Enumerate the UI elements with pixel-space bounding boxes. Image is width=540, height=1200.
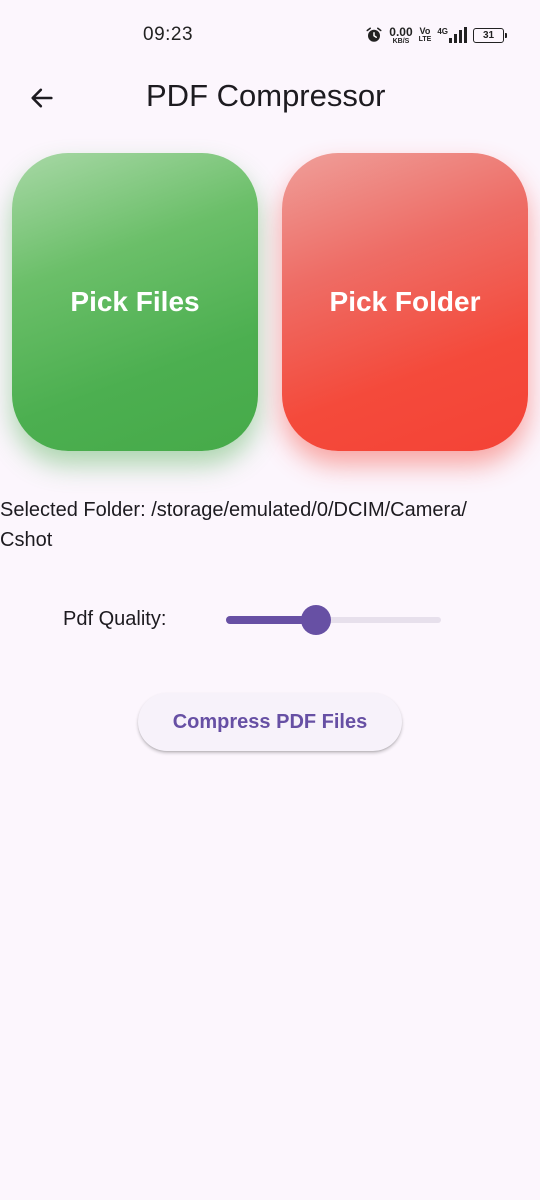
speed-value: 0.00 (389, 24, 413, 39)
selected-folder-path: Selected Folder: /storage/emulated/0/DCI… (0, 499, 467, 551)
pick-folder-label: Pick Folder (329, 286, 481, 317)
signal-icon (449, 27, 467, 43)
status-icons: 0.00 KB/S Vo LTE 4G 31 (365, 22, 507, 48)
pick-folder-button[interactable]: Pick Folder (282, 153, 528, 451)
quality-slider[interactable] (226, 604, 441, 636)
compress-pdf-button[interactable]: Compress PDF Files (138, 693, 402, 751)
cellular-indicator: 4G (437, 27, 467, 43)
back-button[interactable] (20, 76, 64, 120)
arrow-back-icon (31, 88, 53, 108)
quality-label: Pdf Quality: (63, 608, 167, 630)
battery-level: 31 (482, 29, 495, 41)
volte-top: Vo (419, 26, 431, 36)
slider-thumb[interactable] (301, 605, 331, 635)
app-bar: PDF Compressor (0, 70, 540, 126)
selected-folder-text: Selected Folder: /storage/emulated/0/DCI… (0, 495, 540, 555)
volte-bottom: LTE (418, 36, 432, 43)
compress-pdf-label: Compress PDF Files (172, 710, 368, 733)
status-bar: 09:23 0.00 KB/S Vo LTE 4G 31 (0, 0, 540, 70)
page-title: PDF Compressor (146, 78, 386, 113)
network-speed: 0.00 KB/S (389, 26, 412, 45)
speed-unit: KB/S (392, 37, 410, 45)
pick-files-label: Pick Files (70, 286, 200, 317)
status-time: 09:23 (143, 24, 194, 45)
volte-indicator: Vo LTE (418, 26, 432, 44)
network-type: 4G (437, 27, 448, 36)
battery-icon: 31 (473, 27, 507, 43)
alarm-icon (366, 27, 382, 42)
pick-files-button[interactable]: Pick Files (12, 153, 258, 451)
